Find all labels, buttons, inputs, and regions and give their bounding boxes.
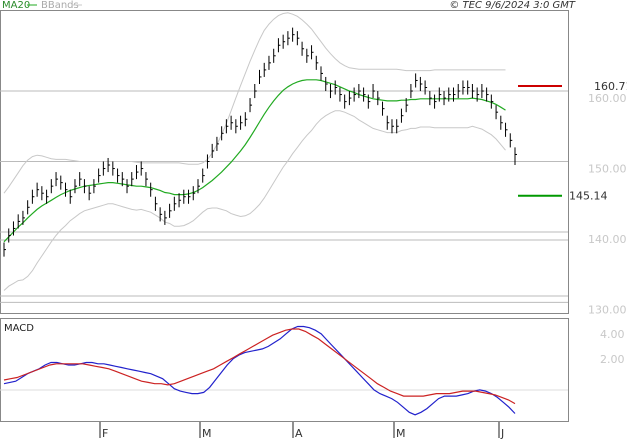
macd-title: MACD <box>4 323 34 334</box>
macd-axis-labels: 4.00 2.00 <box>600 328 625 366</box>
price-axis-labels: 160.00 150.00 140.00 130.00 <box>588 92 627 316</box>
bband-lower <box>3 110 506 291</box>
legend-ma20: MA20 <box>2 0 30 11</box>
time-axis-labels: FMAMJ <box>99 422 504 440</box>
price-bars <box>3 27 517 257</box>
month-label: M <box>202 427 212 440</box>
grid-lines <box>0 90 568 391</box>
level-label-support: 145.14 <box>569 190 608 203</box>
macd-line <box>3 325 516 416</box>
price-tick-label: 130.00 <box>588 303 627 316</box>
stock-chart: 160.71145.14 160.00150.00140.00130.00 4.… <box>0 0 627 440</box>
price-tick-label: 150.00 <box>588 163 627 176</box>
macd-lines <box>3 325 516 416</box>
month-label: M <box>396 427 406 440</box>
bollinger-bands <box>3 12 506 291</box>
macd-panel-frame <box>0 318 569 422</box>
month-label: J <box>500 427 504 440</box>
macd-tick-label: 4.00 <box>600 328 625 341</box>
price-tick-label: 160.00 <box>588 92 627 105</box>
month-label: A <box>295 427 303 440</box>
macd-tick-label: 2.00 <box>600 353 625 366</box>
month-label: F <box>102 427 108 440</box>
signal-line <box>3 328 516 405</box>
source-label: © TEC 9/6/2024 3:0 GMT <box>449 0 576 11</box>
price-tick-label: 140.00 <box>588 233 627 246</box>
